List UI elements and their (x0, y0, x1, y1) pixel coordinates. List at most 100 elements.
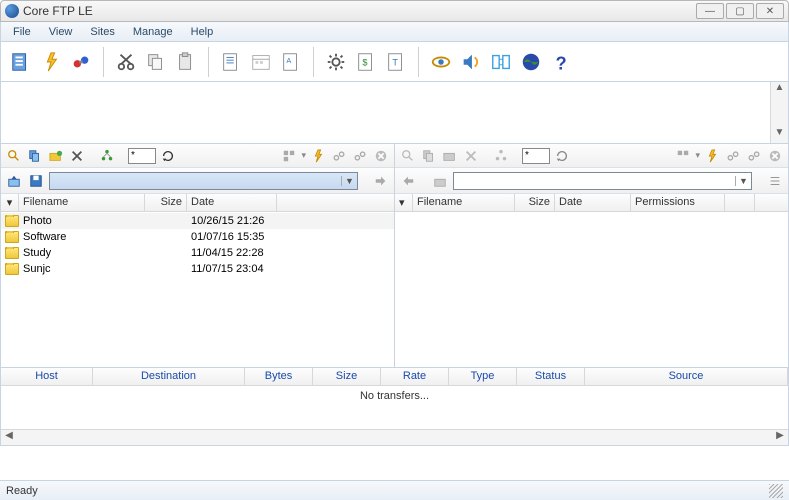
log-text[interactable] (1, 82, 770, 143)
preview-button[interactable] (427, 48, 455, 76)
chevron-down-icon[interactable]: ▼ (341, 176, 357, 186)
bolt-icon[interactable] (703, 147, 721, 165)
svg-text:$: $ (362, 57, 367, 67)
link2-icon[interactable] (351, 147, 369, 165)
menu-view[interactable]: View (41, 24, 81, 40)
script-button[interactable]: $ (352, 48, 380, 76)
quick-connect-button[interactable] (37, 48, 65, 76)
download-icon[interactable] (399, 172, 417, 190)
cut-button[interactable] (112, 48, 140, 76)
link2-icon[interactable] (745, 147, 763, 165)
maximize-button[interactable]: ▢ (726, 3, 754, 19)
local-pathbar: ▼ (1, 168, 394, 194)
new-folder-icon[interactable] (441, 147, 459, 165)
upload-icon[interactable] (372, 172, 390, 190)
menu-manage[interactable]: Manage (125, 24, 181, 40)
file-name: Software (19, 231, 145, 243)
list-item[interactable]: Study11/04/15 22:28 (1, 245, 394, 261)
col-icon[interactable]: ▾ (395, 194, 413, 211)
copy-button[interactable] (142, 48, 170, 76)
edit-button[interactable] (217, 48, 245, 76)
list-item[interactable]: Software 01/07/16 15:35 (1, 229, 394, 245)
template-button[interactable]: T (382, 48, 410, 76)
qcol-source[interactable]: Source (585, 368, 788, 385)
minimize-button[interactable]: — (696, 3, 724, 19)
local-listview[interactable]: ▾ Filename Size Date Photo10/26/15 21:26… (1, 194, 394, 367)
col-icon[interactable]: ▾ (1, 194, 19, 211)
list-item[interactable]: Photo10/26/15 21:26 (1, 213, 394, 229)
stop-icon[interactable] (372, 147, 390, 165)
paste-button[interactable] (172, 48, 200, 76)
qcol-size[interactable]: Size (313, 368, 381, 385)
bolt-icon[interactable] (309, 147, 327, 165)
up-dir-icon[interactable] (5, 172, 23, 190)
qcol-rate[interactable]: Rate (381, 368, 449, 385)
sound-button[interactable] (457, 48, 485, 76)
disk-icon[interactable] (27, 172, 45, 190)
col-date[interactable]: Date (187, 194, 277, 211)
col-extra[interactable] (725, 194, 755, 211)
copy-path-icon[interactable] (420, 147, 438, 165)
remote-filter-input[interactable] (522, 148, 550, 164)
local-toolbar: ▾ (1, 144, 394, 168)
col-size[interactable]: Size (515, 194, 555, 211)
refresh-icon[interactable] (159, 147, 177, 165)
delete-icon[interactable] (68, 147, 86, 165)
col-size[interactable]: Size (145, 194, 187, 211)
scroll-right-icon[interactable]: ▶ (772, 430, 788, 445)
search-icon[interactable] (399, 147, 417, 165)
stop-icon[interactable] (766, 147, 784, 165)
mode-icon[interactable] (674, 147, 692, 165)
file-date: 01/07/16 15:35 (187, 231, 277, 243)
col-date[interactable]: Date (555, 194, 631, 211)
reconnect-button[interactable] (67, 48, 95, 76)
tree-icon[interactable] (492, 147, 510, 165)
qcol-status[interactable]: Status (517, 368, 585, 385)
status-text: Ready (6, 485, 38, 497)
delete-icon[interactable] (462, 147, 480, 165)
menu-file[interactable]: File (5, 24, 39, 40)
dropdown-icon[interactable]: ▾ (695, 150, 700, 161)
list-item[interactable]: Sunjc11/07/15 23:04 (1, 261, 394, 277)
close-button[interactable]: ✕ (756, 3, 784, 19)
chevron-down-icon[interactable]: ▼ (735, 176, 751, 186)
log-scrollbar[interactable]: ▲ ▼ (770, 82, 788, 143)
col-permissions[interactable]: Permissions (631, 194, 725, 211)
qcol-type[interactable]: Type (449, 368, 517, 385)
menu-sites[interactable]: Sites (82, 24, 122, 40)
new-folder-icon[interactable] (47, 147, 65, 165)
help-button[interactable]: ? (547, 48, 575, 76)
scroll-left-icon[interactable]: ◀ (1, 430, 17, 445)
schedule-button[interactable] (247, 48, 275, 76)
link-icon[interactable] (330, 147, 348, 165)
scroll-down-icon[interactable]: ▼ (771, 127, 788, 143)
queue-scrollbar[interactable]: ◀ ▶ (1, 429, 788, 445)
mode-icon[interactable] (280, 147, 298, 165)
tree-toggle-icon[interactable] (766, 172, 784, 190)
copy-path-icon[interactable] (26, 147, 44, 165)
menu-help[interactable]: Help (183, 24, 222, 40)
local-filter-input[interactable] (128, 148, 156, 164)
globe-button[interactable] (517, 48, 545, 76)
col-filename[interactable]: Filename (19, 194, 145, 211)
view-file-button[interactable]: A (277, 48, 305, 76)
remote-path-combo[interactable]: ▼ (453, 172, 752, 190)
qcol-bytes[interactable]: Bytes (245, 368, 313, 385)
search-icon[interactable] (5, 147, 23, 165)
scroll-up-icon[interactable]: ▲ (771, 82, 788, 98)
qcol-destination[interactable]: Destination (93, 368, 245, 385)
dropdown-icon[interactable]: ▾ (301, 150, 306, 161)
compare-button[interactable] (487, 48, 515, 76)
up-dir-icon[interactable] (431, 172, 449, 190)
resize-grip-icon[interactable] (769, 484, 783, 498)
remote-listview[interactable]: ▾ Filename Size Date Permissions (395, 194, 788, 367)
refresh-icon[interactable] (553, 147, 571, 165)
local-path-combo[interactable]: ▼ (49, 172, 358, 190)
col-filename[interactable]: Filename (413, 194, 515, 211)
site-manager-button[interactable] (7, 48, 35, 76)
qcol-host[interactable]: Host (1, 368, 93, 385)
remote-pane: ▾ ▼ ▾ Filename Size Date Permissions (395, 144, 789, 368)
settings-button[interactable] (322, 48, 350, 76)
tree-icon[interactable] (98, 147, 116, 165)
link-icon[interactable] (724, 147, 742, 165)
